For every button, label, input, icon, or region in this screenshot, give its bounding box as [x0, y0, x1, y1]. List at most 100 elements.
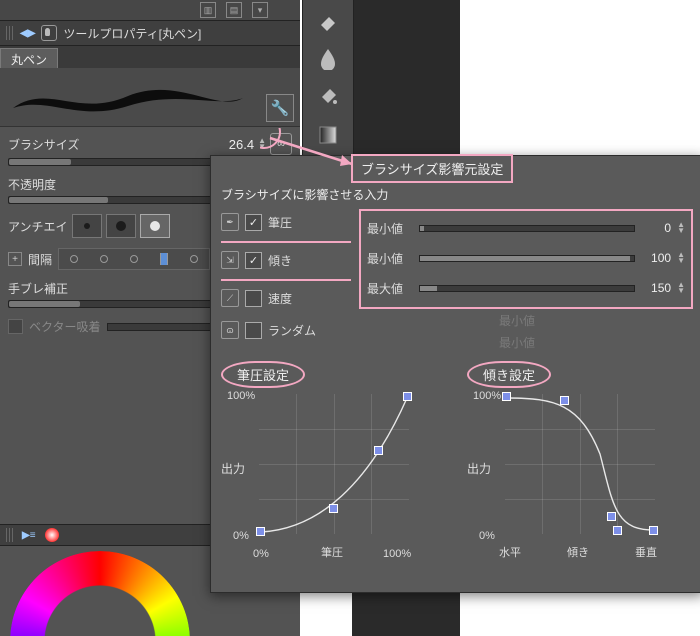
- opacity-label: 不透明度: [8, 176, 56, 193]
- panel-header: ◀▶ ツールプロパティ[丸ペン]: [0, 21, 300, 46]
- pressure-checkbox[interactable]: [245, 214, 262, 231]
- random-label: ランダム: [268, 322, 316, 339]
- random-checkbox[interactable]: [245, 322, 262, 339]
- tilt-max-row: 最大値 150 ▲▼: [367, 275, 685, 301]
- y-100: 100%: [473, 390, 501, 402]
- menu-icon[interactable]: ▾: [252, 2, 268, 18]
- curve-handle[interactable]: [256, 527, 265, 536]
- popup-title: ブラシサイズ影響元設定: [351, 154, 513, 183]
- x-0: 水平: [499, 544, 521, 560]
- panel-grip-2[interactable]: [6, 528, 14, 542]
- tilt-min-value[interactable]: 100: [641, 251, 671, 265]
- max-label: 最大値: [367, 280, 413, 297]
- brush-size-dynamics-button[interactable]: ∞: [270, 133, 292, 155]
- annotation-line: [221, 241, 351, 243]
- color-wheel-icon: [44, 527, 60, 543]
- velocity-icon: ⟋: [221, 289, 239, 307]
- antialias-label: アンチエイ: [8, 218, 68, 235]
- brush-size-stepper[interactable]: ▲▼: [258, 138, 266, 150]
- tilt-curve-path: [505, 394, 655, 534]
- x-mid: 筆圧: [321, 544, 343, 560]
- curve-handle[interactable]: [329, 504, 338, 513]
- random-placeholder: 最小値: [499, 331, 693, 353]
- curve-handle[interactable]: [374, 446, 383, 455]
- panel-grip[interactable]: [6, 26, 14, 40]
- pressure-min-value[interactable]: 0: [641, 221, 671, 235]
- expand-icon[interactable]: +: [8, 252, 22, 266]
- aa-option-2[interactable]: [106, 214, 136, 238]
- x-mid: 傾き: [567, 544, 589, 560]
- random-icon: ɷ: [221, 321, 239, 339]
- aa-option-1[interactable]: [72, 214, 102, 238]
- tilt-max-slider[interactable]: [419, 285, 635, 292]
- velocity-placeholder: 最小値: [499, 309, 693, 331]
- panel-top-icons: ▥ ▤ ▾: [0, 0, 300, 21]
- curve-row: 筆圧設定 100% 出力 0%: [221, 361, 693, 560]
- vector-checkbox[interactable]: [8, 319, 23, 334]
- dynamics-popup: ブラシサイズ影響元設定 ブラシサイズに影響させる入力 ✒ 筆圧 ⇲ 傾き ⟋ 速…: [210, 155, 700, 593]
- fill-icon[interactable]: [309, 80, 347, 114]
- pressure-min-slider[interactable]: [419, 225, 635, 232]
- curve-handle[interactable]: [403, 392, 412, 401]
- pressure-curve-grid[interactable]: [259, 394, 409, 534]
- spacing-selector[interactable]: [58, 248, 210, 270]
- brush-preview: 🔧: [0, 68, 300, 127]
- pressure-label: 筆圧: [268, 214, 292, 231]
- stabilize-label: 手ブレ補正: [8, 280, 68, 297]
- aa-option-3[interactable]: [140, 214, 170, 238]
- input-source-list: ✒ 筆圧 ⇲ 傾き ⟋ 速度 ɷ ランダム: [221, 209, 351, 353]
- curve-handle[interactable]: [613, 526, 622, 535]
- doc2-icon[interactable]: ▤: [226, 2, 242, 18]
- curve-handle[interactable]: [560, 396, 569, 405]
- tilt-checkbox[interactable]: [245, 252, 262, 269]
- tilt-min-row: 最小値 100 ▲▼: [367, 245, 685, 271]
- doc-icon[interactable]: ▥: [200, 2, 216, 18]
- stepper[interactable]: ▲▼: [677, 282, 685, 294]
- stepper[interactable]: ▲▼: [677, 222, 685, 234]
- preset-tab[interactable]: 丸ペン: [0, 48, 58, 68]
- tilt-curve-box: 傾き設定 100% 出力 0%: [467, 361, 693, 560]
- collapse-icon-2[interactable]: ▶≡: [22, 530, 36, 541]
- y-0: 0%: [479, 530, 495, 542]
- y-label: 出力: [467, 460, 491, 477]
- eraser-icon[interactable]: [309, 4, 347, 38]
- tilt-icon: ⇲: [221, 251, 239, 269]
- vector-label: ベクター吸着: [29, 318, 101, 335]
- tilt-min-slider[interactable]: [419, 255, 635, 262]
- blend-icon[interactable]: [309, 42, 347, 76]
- collapse-icon[interactable]: ◀▶: [20, 28, 35, 39]
- curve-handle[interactable]: [502, 392, 511, 401]
- x-100: 垂直: [635, 544, 657, 560]
- y-100: 100%: [227, 390, 255, 402]
- tilt-label: 傾き: [268, 252, 292, 269]
- color-wheel[interactable]: [10, 551, 190, 636]
- stepper[interactable]: ▲▼: [677, 252, 685, 264]
- wrench-button[interactable]: 🔧: [266, 94, 294, 122]
- x-100: 100%: [383, 548, 411, 560]
- brush-size-label: ブラシサイズ: [8, 136, 79, 153]
- panel-title: ツールプロパティ[丸ペン]: [63, 25, 201, 42]
- curve-handle[interactable]: [607, 512, 616, 521]
- spacing-label: 間隔: [28, 251, 52, 268]
- velocity-label: 速度: [268, 290, 292, 307]
- velocity-checkbox[interactable]: [245, 290, 262, 307]
- gradient-icon[interactable]: [309, 118, 347, 152]
- input-random-row: ɷ ランダム: [221, 317, 351, 343]
- x-0: 0%: [253, 548, 269, 560]
- tilt-curve-title: 傾き設定: [467, 361, 551, 388]
- pressure-curve-box: 筆圧設定 100% 出力 0%: [221, 361, 447, 560]
- preset-tabs: 丸ペン: [0, 46, 300, 68]
- annotation-line: [221, 279, 351, 281]
- brush-icon: [41, 25, 57, 41]
- input-tilt-row: ⇲ 傾き: [221, 247, 351, 273]
- y-0: 0%: [233, 530, 249, 542]
- y-label: 出力: [221, 460, 245, 477]
- curve-handle[interactable]: [649, 526, 658, 535]
- brush-size-value[interactable]: 26.4: [229, 137, 254, 152]
- pressure-curve-title: 筆圧設定: [221, 361, 305, 388]
- pressure-min-row: 最小値 0 ▲▼: [367, 215, 685, 241]
- tilt-curve-grid[interactable]: [505, 394, 655, 534]
- pressure-icon: ✒: [221, 213, 239, 231]
- tilt-max-value[interactable]: 150: [641, 281, 671, 295]
- value-box: 最小値 0 ▲▼ 最小値 100 ▲▼ 最大値 150 ▲▼: [359, 209, 693, 309]
